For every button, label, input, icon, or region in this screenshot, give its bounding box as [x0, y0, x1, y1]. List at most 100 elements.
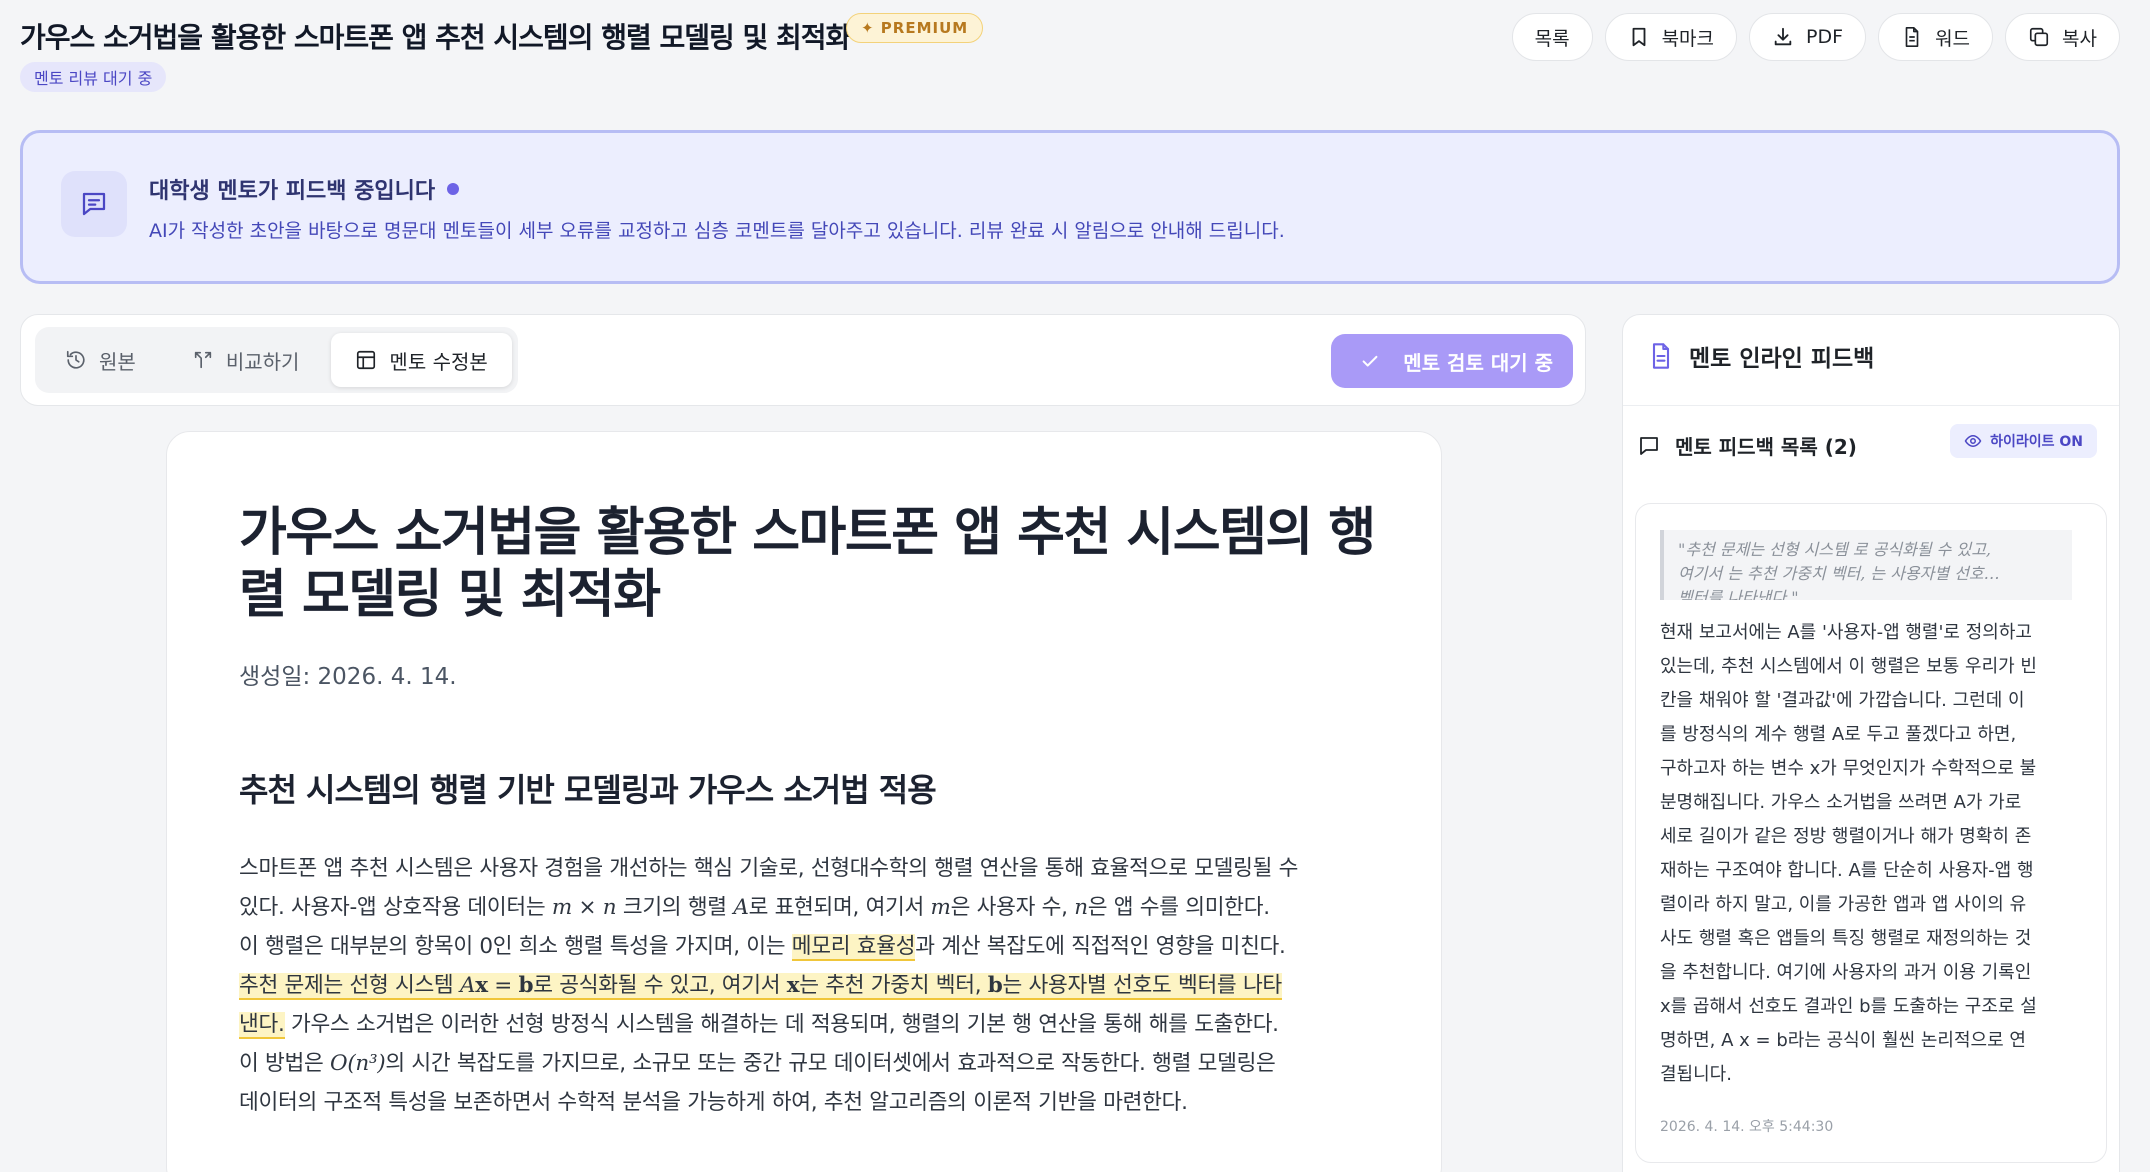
paragraph-line: 추천 문제는 선형 시스템 Ax = b로 공식화될 수 있고, 여기서 x는 …: [239, 966, 1389, 1005]
feedback-line: 현재 보고서에는 A를 '사용자-앱 행렬'로 정의하고: [1660, 622, 2032, 643]
status-badge: 멘토 리뷰 대기 중: [20, 62, 167, 92]
tab-compare[interactable]: 비교하기: [168, 333, 324, 387]
document-view: 가우스 소거법을 활용한 스마트폰 앱 추천 시스템의 행렬 모델링 및 최적화…: [166, 431, 1442, 1172]
math-b: b: [987, 973, 1003, 998]
check-icon: [1362, 355, 1378, 367]
comment-icon: [1640, 436, 1658, 455]
tab-compare-label: 비교하기: [225, 349, 300, 374]
math-x: x: [475, 973, 488, 998]
highlight-toggle-label: 하이라이트 ON: [1990, 434, 2083, 450]
paragraph-line: 스마트폰 앱 추천 시스템은 사용자 경험을 개선하는 핵심 기술로, 선형대수…: [239, 849, 1389, 888]
feedback-list-title: 멘토 피드백 목록 (2): [1675, 435, 1857, 459]
feedback-line: 재하는 구조여야 합니다. A를 단순히 사용자-앱 행: [1660, 860, 2034, 881]
quote-line: "추천 문제는 선형 시스템 로 공식화될 수 있고,: [1678, 540, 1992, 559]
highlight-toggle[interactable]: 하이라이트 ON: [1950, 424, 2097, 458]
tab-original-label: 원본: [99, 349, 136, 374]
text-run: 데이터의 구조적 특성을 보존하면서 수학적 분석을 가능하게 하여, 추천 알…: [239, 1090, 1188, 1115]
text-run: 이 방법은: [239, 1051, 330, 1076]
feedback-line: 를 방정식의 계수 행렬 A로 두고 풀겠다고 하면,: [1660, 724, 2017, 745]
highlight-linear-system-end[interactable]: 낸다.: [239, 1012, 285, 1039]
banner-title-row: 대학생 멘토가 피드백 중입니다: [149, 173, 460, 205]
text-run: 의 시간 복잡도를 가지므로, 소규모 또는 중간 규모 데이터셋에서 효과적으…: [385, 1051, 1276, 1076]
math-equals: =: [487, 973, 519, 998]
tab-mentor-revision[interactable]: 멘토 수정본: [331, 333, 512, 387]
pdf-button[interactable]: PDF: [1749, 13, 1867, 61]
bookmark-button-label: 북마크: [1661, 27, 1715, 50]
math-n: n: [602, 895, 617, 920]
banner-title: 대학생 멘토가 피드백 중입니다: [149, 179, 436, 204]
message-icon: [61, 171, 127, 237]
text-run: 추천 문제는 선형 시스템: [239, 973, 460, 998]
page-title: 가우스 소거법을 활용한 스마트폰 앱 추천 시스템의 행렬 모델링 및 최적화: [20, 21, 851, 54]
math-times: ×: [571, 895, 603, 920]
document-paragraph: 스마트폰 앱 추천 시스템은 사용자 경험을 개선하는 핵심 기술로, 선형대수…: [239, 849, 1389, 1122]
bookmark-icon: [1632, 27, 1645, 47]
feedback-line: 렬이라 하지 말고, 이를 가공한 앱과 앱 사이의 유: [1660, 894, 2027, 915]
file-text-icon: [1652, 343, 1670, 369]
feedback-line: 있는데, 추천 시스템에서 이 행렬은 보통 우리가 빈: [1660, 656, 2037, 677]
history-icon: [66, 350, 85, 369]
view-tabs-bar: 원본 비교하기 멘토 수정본 멘토 검토 대기 중: [20, 314, 1586, 406]
text-run: 과 계산 복잡도에 직접적인 영향을 미친다.: [915, 934, 1286, 959]
math-m: m: [551, 895, 572, 920]
math-b: b: [518, 973, 534, 998]
math-big-o: O(n³): [330, 1051, 386, 1076]
quote-line: 여기서 는 추천 가중치 벡터, 는 사용자별 선호…: [1678, 564, 2000, 583]
feedback-body: 현재 보고서에는 A를 '사용자-앱 행렬'로 정의하고 있는데, 추천 시스템…: [1660, 616, 2090, 1092]
layout-icon: [357, 350, 376, 370]
paragraph-line: 이 방법은 O(n³)의 시간 복잡도를 가지므로, 소규모 또는 중간 규모 …: [239, 1044, 1389, 1083]
divider: [1623, 405, 2119, 406]
tab-mentor-revision-label: 멘토 수정본: [389, 349, 488, 374]
feedback-timestamp: 2026. 4. 14. 오후 5:44:30: [1660, 1119, 1834, 1135]
review-pending-button[interactable]: 멘토 검토 대기 중: [1331, 334, 1573, 388]
word-button-label: 워드: [1935, 27, 1971, 50]
text-run: 스마트폰 앱 추천 시스템은 사용자 경험을 개선하는 핵심 기술로, 선형대수…: [239, 856, 1299, 881]
eye-icon: [1964, 434, 1982, 448]
text-run: 로 표현되며, 여기서: [748, 895, 931, 920]
math-m: m: [930, 895, 951, 920]
text-run: 은 앱 수를 의미한다.: [1087, 895, 1270, 920]
feedback-line: 을 추천합니다. 여기에 사용자의 과거 이용 기록인: [1660, 962, 2032, 983]
paragraph-line: 낸다. 가우스 소거법은 이러한 선형 방정식 시스템을 해결하는 데 적용되며…: [239, 1005, 1389, 1044]
feedback-quote: "추천 문제는 선형 시스템 로 공식화될 수 있고, 여기서 는 추천 가중치…: [1660, 530, 2072, 600]
bookmark-button[interactable]: 북마크: [1604, 13, 1738, 61]
paragraph-line: 이 행렬은 대부분의 항목이 0인 희소 행렬 특성을 가지며, 이는 메모리 …: [239, 927, 1389, 966]
feedback-line: 세로 길이가 같은 정방 행렬이거나 해가 명확히 존: [1660, 826, 2032, 847]
text-run: 이 행렬은 대부분의 항목이 0인 희소 행렬 특성을 가지며, 이는: [239, 934, 792, 959]
text-run: 는 사용자별 선호도 벡터를 나타: [1002, 973, 1283, 998]
feedback-card[interactable]: "추천 문제는 선형 시스템 로 공식화될 수 있고, 여기서 는 추천 가중치…: [1635, 503, 2107, 1163]
highlight-linear-system[interactable]: 추천 문제는 선형 시스템 Ax = b로 공식화될 수 있고, 여기서 x는 …: [239, 973, 1282, 1000]
mentor-feedback-banner: 대학생 멘토가 피드백 중입니다 AI가 작성한 초안을 바탕으로 명문대 멘토…: [20, 130, 2120, 284]
feedback-line: 분명해집니다. 가우스 소거법을 쓰려면 A가 가로: [1660, 792, 2022, 813]
panel-header: 멘토 인라인 피드백: [1647, 339, 1874, 373]
panel-title: 멘토 인라인 피드백: [1689, 346, 1875, 372]
text-run: 은 사용자 수,: [950, 895, 1075, 920]
text-run: 가우스 소거법은 이러한 선형 방정식 시스템을 해결하는 데 적용되며, 행렬…: [284, 1012, 1279, 1037]
copy-button[interactable]: 복사: [2005, 13, 2120, 61]
mentor-inline-feedback-panel: 멘토 인라인 피드백 멘토 피드백 목록 (2) 하이라이트 ON "추천 문제…: [1622, 314, 2120, 1172]
download-icon: [1774, 27, 1792, 46]
math-n: n: [1074, 895, 1088, 920]
feedback-line: x를 곱해서 선호도 결과인 b를 도출하는 구조로 설: [1660, 996, 2037, 1017]
math-A: A: [459, 973, 476, 998]
premium-badge: ✦ PREMIUM: [846, 13, 984, 43]
feedback-line: 결됩니다.: [1660, 1064, 1732, 1085]
word-button[interactable]: 워드: [1878, 13, 1994, 61]
document-title: 가우스 소거법을 활용한 스마트폰 앱 추천 시스템의 행렬 모델링 및 최적화: [239, 503, 1376, 625]
paragraph-line: 데이터의 구조적 특성을 보존하면서 수학적 분석을 가능하게 하여, 추천 알…: [239, 1083, 1389, 1122]
document-created-date: 생성일: 2026. 4. 14.: [239, 664, 457, 690]
list-button[interactable]: 목록: [1511, 13, 1593, 61]
highlight-memory-efficiency[interactable]: 메모리 효율성: [791, 934, 916, 961]
compare-icon: [194, 351, 211, 369]
feedback-line: 구하고자 하는 변수 x가 무엇인지가 수학적으로 불: [1660, 758, 2037, 779]
banner-description: AI가 작성한 초안을 바탕으로 명문대 멘토들이 세부 오류를 교정하고 심층…: [149, 220, 1285, 242]
text-run: 는 추천 가중치 벡터,: [799, 973, 988, 998]
copy-icon: [2029, 27, 2049, 47]
document-icon: [1905, 27, 1919, 47]
text-run: 있다. 사용자-앱 상호작용 데이터는: [239, 895, 552, 920]
live-indicator-dot: [447, 183, 460, 195]
tab-original[interactable]: 원본: [41, 333, 160, 387]
feedback-list-header: 멘토 피드백 목록 (2): [1637, 431, 1857, 460]
quote-line: 벡터를 나타낸다.": [1678, 588, 1799, 600]
review-pending-label: 멘토 검토 대기 중: [1403, 350, 1553, 375]
